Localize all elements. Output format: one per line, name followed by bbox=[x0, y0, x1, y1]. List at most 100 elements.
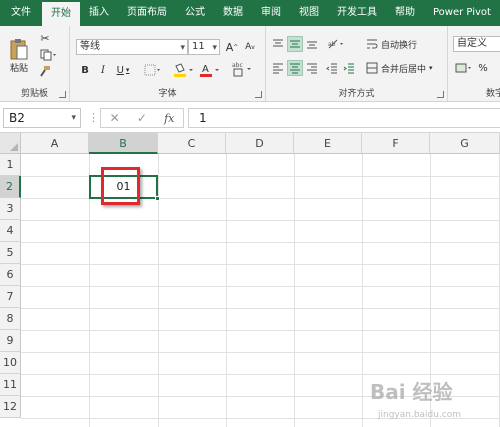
row-header-3[interactable]: 3 bbox=[0, 198, 21, 220]
font-name-dropdown[interactable]: 等线 ▾ bbox=[76, 39, 188, 55]
chevron-down-icon: ▾ bbox=[125, 66, 130, 74]
merge-icon bbox=[366, 62, 378, 74]
clipboard-dialog-launcher[interactable] bbox=[59, 91, 66, 98]
tab-review[interactable]: 审阅 bbox=[252, 0, 290, 26]
font-color-button[interactable]: A bbox=[198, 62, 222, 78]
column-header-f[interactable]: F bbox=[362, 133, 430, 154]
ribbon-tab-bar: 文件 开始 插入 页面布局 公式 数据 审阅 视图 开发工具 帮助 Power … bbox=[0, 0, 500, 26]
align-middle-icon bbox=[290, 40, 300, 48]
paste-button[interactable]: 粘贴 bbox=[6, 32, 32, 78]
align-center-button[interactable] bbox=[287, 60, 303, 76]
decrease-indent-button[interactable] bbox=[324, 60, 340, 76]
middle-align-button[interactable] bbox=[287, 36, 303, 52]
orientation-button[interactable]: ab bbox=[326, 36, 346, 52]
column-header-c[interactable]: C bbox=[158, 133, 226, 154]
cut-button[interactable]: ✂ bbox=[38, 32, 52, 45]
name-box[interactable]: B2 ▾ bbox=[3, 108, 81, 128]
tab-page-layout[interactable]: 页面布局 bbox=[118, 0, 176, 26]
row-header-10[interactable]: 10 bbox=[0, 352, 21, 374]
insert-function-button[interactable]: fx bbox=[164, 112, 174, 125]
font-size-value: 11 bbox=[192, 41, 205, 52]
align-left-button[interactable] bbox=[270, 60, 286, 76]
row-header-2[interactable]: 2 bbox=[0, 176, 21, 198]
column-header-a[interactable]: A bbox=[21, 133, 89, 154]
tab-insert[interactable]: 插入 bbox=[80, 0, 118, 26]
svg-text:abc: abc bbox=[232, 62, 243, 69]
number-group-label: 数字 bbox=[486, 89, 500, 99]
ribbon: 粘贴 ✂ 剪贴板 等线 ▾ 11 ▾ A ^ A v B I U ▾ A abc… bbox=[0, 26, 500, 102]
row-header-11[interactable]: 11 bbox=[0, 374, 21, 396]
enter-icon[interactable]: ✓ bbox=[137, 111, 147, 125]
row-header-4[interactable]: 4 bbox=[0, 220, 21, 242]
align-right-icon bbox=[307, 63, 317, 74]
grid-line bbox=[158, 154, 159, 427]
tab-data[interactable]: 数据 bbox=[214, 0, 252, 26]
watermark-logo-text: Bai 经验 bbox=[370, 380, 453, 404]
grid-line bbox=[21, 242, 500, 243]
grid-line bbox=[21, 220, 500, 221]
underline-button[interactable]: U ▾ bbox=[112, 62, 134, 78]
tab-developer[interactable]: 开发工具 bbox=[328, 0, 386, 26]
tab-file[interactable]: 文件 bbox=[0, 0, 42, 26]
worksheet-grid[interactable]: A B C D E F G 1 2 3 4 5 6 7 8 9 10 11 12… bbox=[0, 133, 500, 427]
row-header-6[interactable]: 6 bbox=[0, 264, 21, 286]
tab-formulas[interactable]: 公式 bbox=[176, 0, 214, 26]
italic-label: I bbox=[101, 64, 105, 76]
borders-button[interactable] bbox=[142, 62, 164, 78]
row-header-8[interactable]: 8 bbox=[0, 308, 21, 330]
number-format-dropdown[interactable]: 自定义 bbox=[453, 36, 500, 52]
formula-bar-splitter[interactable]: ⋮ bbox=[88, 111, 99, 124]
alignment-dialog-launcher[interactable] bbox=[437, 91, 444, 98]
copy-button[interactable] bbox=[38, 48, 60, 61]
tab-help[interactable]: 帮助 bbox=[386, 0, 424, 26]
cancel-icon[interactable]: ✕ bbox=[110, 111, 120, 125]
select-all-button[interactable] bbox=[0, 133, 21, 154]
column-header-g[interactable]: G bbox=[430, 133, 500, 154]
grid-line bbox=[21, 330, 500, 331]
annotation-highlight-box bbox=[101, 167, 140, 205]
accounting-format-button[interactable] bbox=[454, 60, 474, 76]
accounting-icon bbox=[455, 63, 471, 73]
tab-view[interactable]: 视图 bbox=[290, 0, 328, 26]
align-center-icon bbox=[290, 63, 300, 74]
align-top-icon bbox=[273, 39, 283, 47]
increase-indent-button[interactable] bbox=[341, 60, 357, 76]
alignment-group: ab 自动换行 合并后居中 ▾ 对齐方式 bbox=[266, 26, 448, 101]
tab-power-pivot[interactable]: Power Pivot bbox=[424, 0, 500, 26]
grid-line bbox=[21, 286, 500, 287]
top-align-button[interactable] bbox=[270, 36, 286, 52]
column-header-b[interactable]: B bbox=[89, 133, 158, 154]
font-name-value: 等线 bbox=[80, 41, 100, 52]
formula-bar-buttons: ✕ ✓ fx bbox=[100, 108, 184, 128]
format-painter-button[interactable] bbox=[38, 64, 52, 77]
font-dialog-launcher[interactable] bbox=[255, 91, 262, 98]
decrease-font-size-button[interactable]: Av bbox=[242, 39, 258, 55]
row-header-1[interactable]: 1 bbox=[0, 154, 21, 176]
percent-style-button[interactable]: % bbox=[476, 60, 490, 76]
wrap-text-label: 自动换行 bbox=[381, 40, 418, 51]
wrap-text-button[interactable]: 自动换行 bbox=[366, 36, 436, 52]
column-header-e[interactable]: E bbox=[294, 133, 362, 154]
bottom-align-button[interactable] bbox=[304, 36, 320, 52]
name-box-value: B2 bbox=[9, 111, 25, 125]
font-size-dropdown[interactable]: 11 ▾ bbox=[188, 39, 220, 55]
watermark-url: jingyan.baidu.com bbox=[378, 410, 462, 420]
italic-button[interactable]: I bbox=[96, 62, 110, 78]
phonetic-guide-button[interactable]: abc bbox=[230, 60, 254, 78]
column-header-d[interactable]: D bbox=[226, 133, 294, 154]
row-header-9[interactable]: 9 bbox=[0, 330, 21, 352]
formula-input[interactable]: 1 bbox=[188, 108, 500, 128]
increase-font-size-button[interactable]: A ^ bbox=[224, 39, 240, 55]
row-header-7[interactable]: 7 bbox=[0, 286, 21, 308]
row-header-12[interactable]: 12 bbox=[0, 396, 21, 418]
row-header-5[interactable]: 5 bbox=[0, 242, 21, 264]
bold-button[interactable]: B bbox=[78, 62, 92, 78]
merge-center-button[interactable]: 合并后居中 ▾ bbox=[366, 60, 446, 76]
align-right-button[interactable] bbox=[304, 60, 320, 76]
formula-bar: B2 ▾ ⋮ ✕ ✓ fx 1 bbox=[0, 103, 500, 133]
grid-line bbox=[21, 374, 500, 375]
tab-home[interactable]: 开始 bbox=[42, 2, 80, 26]
svg-text:ab: ab bbox=[328, 41, 336, 48]
align-left-icon bbox=[273, 63, 283, 74]
fill-color-button[interactable] bbox=[172, 62, 196, 78]
